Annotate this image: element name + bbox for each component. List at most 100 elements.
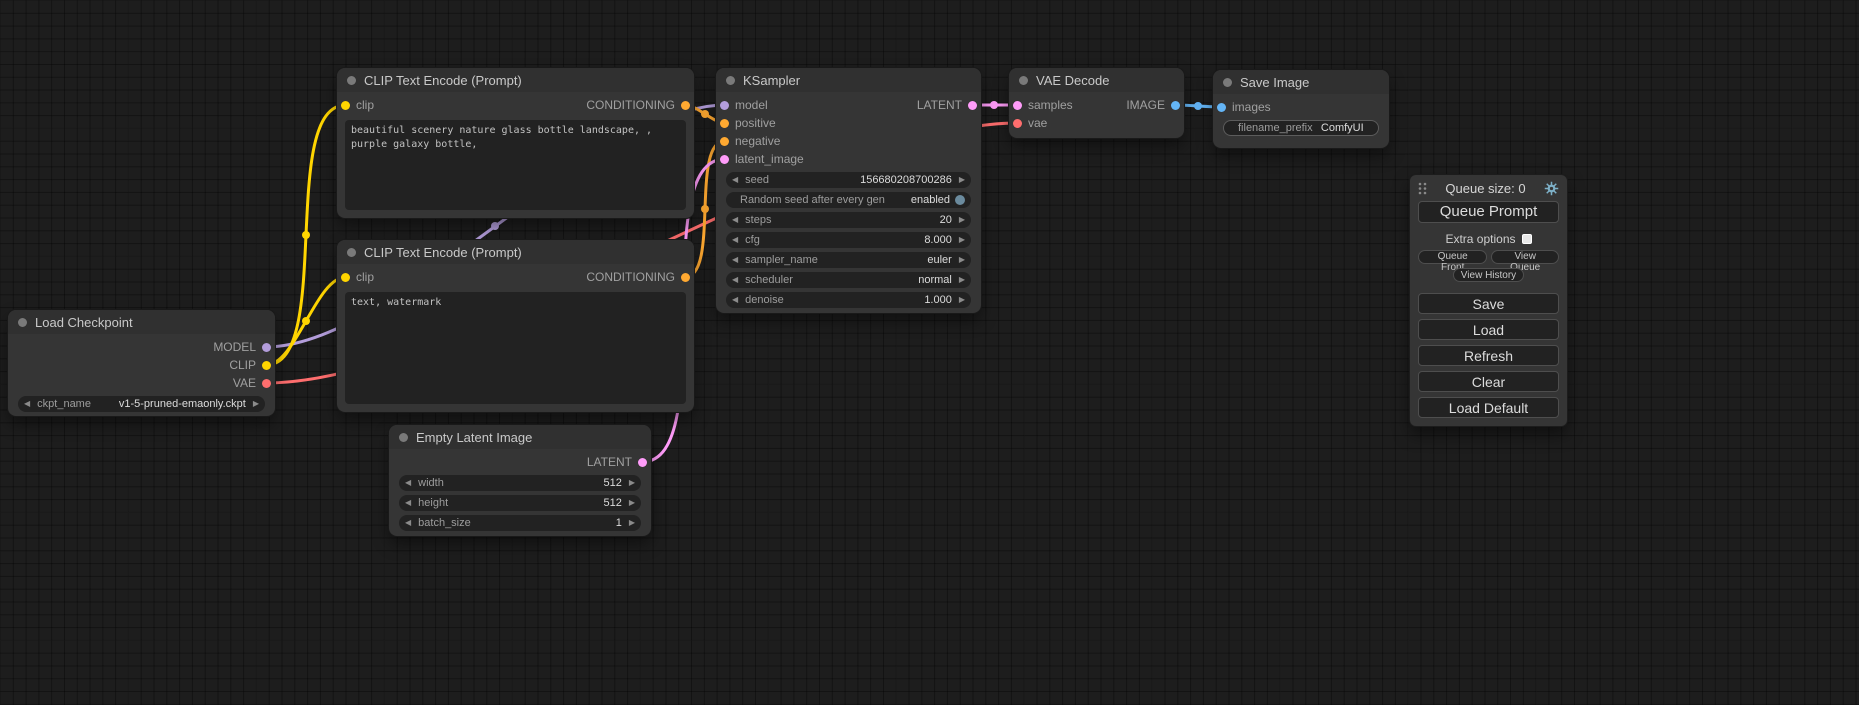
widget-steps[interactable]: ◀ steps 20 ▶	[726, 212, 971, 228]
increment-arrow-icon[interactable]: ▶	[253, 396, 259, 412]
increment-arrow-icon[interactable]: ▶	[959, 212, 965, 228]
node-title-bar[interactable]: Load Checkpoint	[8, 310, 275, 334]
increment-arrow-icon[interactable]: ▶	[629, 495, 635, 511]
clear-button[interactable]: Clear	[1418, 371, 1559, 392]
refresh-button[interactable]: Refresh	[1418, 345, 1559, 366]
node-title-bar[interactable]: Empty Latent Image	[389, 425, 651, 449]
output-label-model: MODEL	[213, 338, 256, 356]
queue-front-button[interactable]: Queue Front	[1418, 250, 1487, 264]
input-slot-images[interactable]	[1217, 103, 1226, 112]
widget-value: enabled	[911, 194, 950, 206]
input-slot-clip[interactable]	[341, 273, 350, 282]
node-clip-text-encode-positive[interactable]: CLIP Text Encode (Prompt) clip CONDITION…	[337, 68, 694, 218]
node-empty-latent-image[interactable]: Empty Latent Image LATENT ◀ width 512 ▶ …	[389, 425, 651, 536]
increment-arrow-icon[interactable]: ▶	[959, 172, 965, 188]
settings-gear-icon[interactable]	[1544, 181, 1559, 196]
prompt-text-negative[interactable]: text, watermark	[345, 292, 686, 404]
node-title: CLIP Text Encode (Prompt)	[364, 245, 522, 260]
input-slot-negative[interactable]	[720, 137, 729, 146]
collapse-dot[interactable]	[726, 76, 735, 85]
decrement-arrow-icon[interactable]: ◀	[732, 172, 738, 188]
widget-sampler-name[interactable]: ◀ sampler_name euler ▶	[726, 252, 971, 268]
load-button[interactable]: Load	[1418, 319, 1559, 340]
node-title-bar[interactable]: VAE Decode	[1009, 68, 1184, 92]
decrement-arrow-icon[interactable]: ◀	[732, 252, 738, 268]
collapse-dot[interactable]	[347, 76, 356, 85]
widget-batch-size[interactable]: ◀ batch_size 1 ▶	[399, 515, 641, 531]
collapse-dot[interactable]	[1019, 76, 1028, 85]
increment-arrow-icon[interactable]: ▶	[959, 292, 965, 308]
output-label-latent: LATENT	[917, 96, 962, 114]
drag-handle-icon[interactable]	[1418, 182, 1427, 195]
node-vae-decode[interactable]: VAE Decode samples IMAGE vae	[1009, 68, 1184, 138]
widget-value: v1-5-pruned-emaonly.ckpt	[119, 398, 246, 410]
widget-random-seed-toggle[interactable]: Random seed after every gen enabled	[726, 192, 971, 208]
node-load-checkpoint[interactable]: Load Checkpoint MODEL CLIP VAE ◀ ckpt_na…	[8, 310, 275, 416]
input-label-images: images	[1232, 98, 1271, 116]
toggle-knob[interactable]	[955, 195, 965, 205]
widget-cfg[interactable]: ◀ cfg 8.000 ▶	[726, 232, 971, 248]
widget-scheduler[interactable]: ◀ scheduler normal ▶	[726, 272, 971, 288]
input-slot-model[interactable]	[720, 101, 729, 110]
prompt-text-positive[interactable]: beautiful scenery nature glass bottle la…	[345, 120, 686, 210]
input-label-clip: clip	[356, 96, 374, 114]
output-slot-latent[interactable]	[968, 101, 977, 110]
node-clip-text-encode-negative[interactable]: CLIP Text Encode (Prompt) clip CONDITION…	[337, 240, 694, 412]
input-slot-vae[interactable]	[1013, 119, 1022, 128]
output-slot-image[interactable]	[1171, 101, 1180, 110]
widget-height[interactable]: ◀ height 512 ▶	[399, 495, 641, 511]
output-slot-latent[interactable]	[638, 458, 647, 467]
output-slot-model[interactable]	[262, 343, 271, 352]
node-title-bar[interactable]: CLIP Text Encode (Prompt)	[337, 240, 694, 264]
save-button[interactable]: Save	[1418, 293, 1559, 314]
collapse-dot[interactable]	[399, 433, 408, 442]
input-slot-samples[interactable]	[1013, 101, 1022, 110]
increment-arrow-icon[interactable]: ▶	[959, 252, 965, 268]
node-save-image[interactable]: Save Image images filename_prefix ComfyU…	[1213, 70, 1389, 148]
node-title-bar[interactable]: Save Image	[1213, 70, 1389, 94]
decrement-arrow-icon[interactable]: ◀	[732, 292, 738, 308]
widget-denoise[interactable]: ◀ denoise 1.000 ▶	[726, 292, 971, 308]
output-label-latent: LATENT	[587, 453, 632, 471]
collapse-dot[interactable]	[18, 318, 27, 327]
node-graph-canvas[interactable]: Load Checkpoint MODEL CLIP VAE ◀ ckpt_na…	[0, 0, 1859, 705]
view-history-button[interactable]: View History	[1453, 268, 1524, 282]
input-slot-positive[interactable]	[720, 119, 729, 128]
slot-row: CLIP	[8, 356, 275, 374]
decrement-arrow-icon[interactable]: ◀	[405, 515, 411, 531]
collapse-dot[interactable]	[1223, 78, 1232, 87]
decrement-arrow-icon[interactable]: ◀	[405, 495, 411, 511]
queue-prompt-button[interactable]: Queue Prompt	[1418, 201, 1559, 223]
widget-label: filename_prefix	[1238, 122, 1313, 134]
decrement-arrow-icon[interactable]: ◀	[405, 475, 411, 491]
decrement-arrow-icon[interactable]: ◀	[732, 212, 738, 228]
extra-options-checkbox[interactable]	[1522, 234, 1532, 244]
output-slot-vae[interactable]	[262, 379, 271, 388]
output-slot-clip[interactable]	[262, 361, 271, 370]
node-title-bar[interactable]: CLIP Text Encode (Prompt)	[337, 68, 694, 92]
slot-row: samples IMAGE	[1009, 96, 1184, 114]
widget-filename-prefix[interactable]: filename_prefix ComfyUI	[1223, 120, 1379, 136]
input-slot-clip[interactable]	[341, 101, 350, 110]
decrement-arrow-icon[interactable]: ◀	[732, 232, 738, 248]
output-slot-conditioning[interactable]	[681, 273, 690, 282]
widget-value: 1	[616, 517, 622, 529]
node-title-bar[interactable]: KSampler	[716, 68, 981, 92]
decrement-arrow-icon[interactable]: ◀	[24, 396, 30, 412]
increment-arrow-icon[interactable]: ▶	[629, 475, 635, 491]
widget-value: normal	[918, 274, 952, 286]
increment-arrow-icon[interactable]: ▶	[959, 272, 965, 288]
view-queue-button[interactable]: View Queue	[1491, 250, 1559, 264]
widget-width[interactable]: ◀ width 512 ▶	[399, 475, 641, 491]
widget-seed[interactable]: ◀ seed 156680208700286 ▶	[726, 172, 971, 188]
decrement-arrow-icon[interactable]: ◀	[732, 272, 738, 288]
increment-arrow-icon[interactable]: ▶	[959, 232, 965, 248]
node-ksampler[interactable]: KSampler model LATENT positive negative …	[716, 68, 981, 313]
collapse-dot[interactable]	[347, 248, 356, 257]
input-slot-latent-image[interactable]	[720, 155, 729, 164]
output-slot-conditioning[interactable]	[681, 101, 690, 110]
widget-ckpt-name[interactable]: ◀ ckpt_name v1-5-pruned-emaonly.ckpt ▶	[18, 396, 265, 412]
wire-clip-positive	[266, 105, 346, 365]
increment-arrow-icon[interactable]: ▶	[629, 515, 635, 531]
load-default-button[interactable]: Load Default	[1418, 397, 1559, 418]
